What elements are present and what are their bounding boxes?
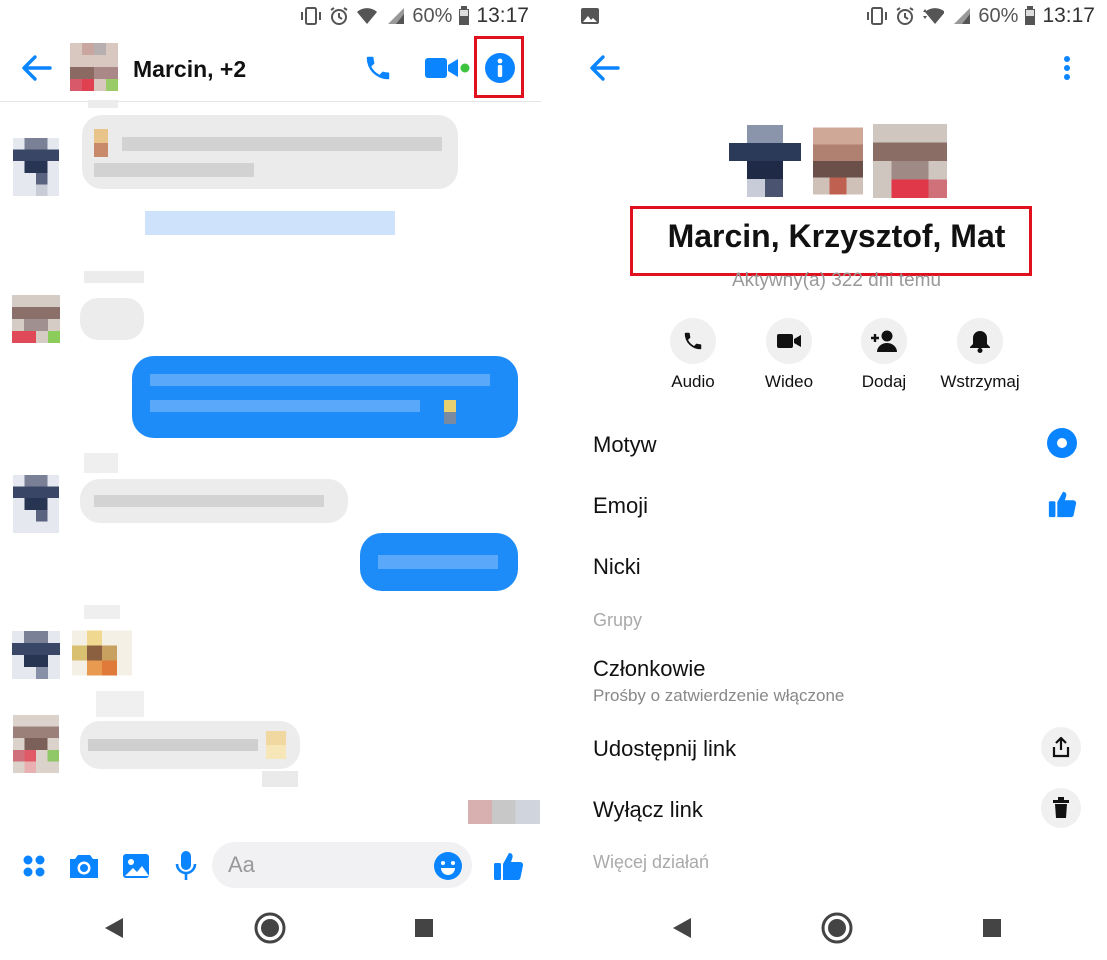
battery-percent: 60% — [978, 4, 1019, 27]
blurred-message-bubble — [80, 721, 300, 769]
theme-color-icon[interactable] — [1045, 426, 1079, 460]
alarm-icon — [330, 7, 348, 25]
battery-icon — [1025, 6, 1036, 25]
blurred-message-bubble — [80, 298, 144, 340]
members-setting[interactable]: Członkowie — [593, 656, 706, 682]
vibrate-icon — [301, 7, 322, 25]
emoji-smiley-icon[interactable] — [432, 850, 464, 882]
conversation-title[interactable]: Marcin, +2 — [133, 56, 246, 83]
more-options-icon[interactable] — [18, 850, 50, 882]
bell-icon — [957, 318, 1003, 364]
avatar — [12, 475, 60, 533]
disable-link-setting[interactable]: Wyłącz link — [593, 797, 703, 823]
status-bar: 60% 13:17 — [566, 0, 1107, 32]
avatar — [12, 715, 60, 773]
avatar — [12, 630, 60, 680]
conversation-info-screen: 60% 13:17 Marcin, Krzysztof, Mat Aktywny… — [566, 0, 1107, 960]
avatar — [12, 295, 60, 343]
action-label: Wstrzymaj — [940, 372, 1020, 391]
add-person-icon — [861, 318, 907, 364]
nav-recents-icon[interactable] — [972, 908, 1012, 948]
emoji-setting[interactable]: Emoji — [593, 493, 648, 519]
wifi-icon — [357, 8, 378, 24]
nav-recents-icon[interactable] — [404, 908, 444, 948]
clock: 13:17 — [1042, 4, 1095, 27]
nicknames-setting[interactable]: Nicki — [593, 554, 641, 580]
blurred-text — [84, 605, 120, 619]
gallery-icon[interactable] — [118, 848, 154, 884]
back-arrow-icon[interactable] — [16, 50, 56, 86]
message-list[interactable] — [0, 100, 541, 833]
audio-call-action[interactable]: Audio — [638, 318, 748, 392]
active-status: Aktywny(a) 322 dni temu — [731, 270, 942, 291]
android-navigation-bar — [566, 896, 1107, 960]
share-icon[interactable] — [1041, 727, 1081, 767]
trash-icon[interactable] — [1041, 788, 1081, 828]
like-thumb-icon[interactable] — [1045, 486, 1079, 522]
blurred-text — [96, 691, 144, 717]
signal-icon — [388, 8, 405, 24]
group-avatar[interactable] — [70, 43, 118, 91]
blurred-message-bubble — [360, 533, 518, 591]
group-name[interactable]: Marcin, Krzysztof, Mat — [566, 218, 1107, 255]
more-actions-section-header: Więcej działań — [593, 852, 710, 872]
avatar — [729, 125, 801, 197]
overflow-menu-icon[interactable] — [1052, 50, 1082, 86]
blurred-text — [145, 211, 395, 235]
conversation-screen: 60% 13:17 Marcin, +2 Aa — [0, 0, 541, 960]
signal-icon — [954, 8, 971, 24]
blurred-text — [88, 100, 118, 108]
conversation-header: Marcin, +2 — [0, 32, 541, 102]
message-composer: Aa — [0, 842, 541, 890]
avatar — [873, 124, 947, 198]
action-label: Audio — [671, 372, 715, 391]
blurred-message-bubble — [80, 479, 348, 523]
wifi-data-icon — [923, 8, 945, 24]
video-call-action[interactable]: Wideo — [734, 318, 844, 392]
gallery-notification-icon — [581, 8, 599, 24]
status-bar: 60% 13:17 — [0, 0, 541, 32]
phone-icon[interactable] — [360, 50, 396, 86]
video-camera-icon — [766, 318, 812, 364]
group-avatars — [729, 124, 949, 198]
like-thumb-icon[interactable] — [488, 846, 528, 886]
groups-section-header: Grupy — [593, 610, 643, 630]
blurred-emoji — [72, 629, 132, 677]
message-input-placeholder: Aa — [228, 852, 255, 877]
camera-icon[interactable] — [66, 848, 102, 884]
clock: 13:17 — [476, 4, 529, 27]
info-icon[interactable] — [480, 48, 520, 88]
microphone-icon[interactable] — [168, 848, 204, 884]
battery-icon — [459, 6, 470, 25]
avatar — [813, 127, 863, 195]
vibrate-icon — [867, 7, 888, 25]
battery-percent: 60% — [412, 4, 453, 27]
action-label: Dodaj — [861, 372, 907, 391]
nav-back-icon[interactable] — [662, 908, 702, 948]
blurred-message-bubble — [132, 356, 518, 438]
read-receipts — [468, 800, 540, 824]
blurred-text — [262, 771, 298, 787]
back-arrow-icon[interactable] — [584, 50, 624, 86]
nav-home-icon[interactable] — [250, 908, 290, 948]
blurred-message-bubble — [82, 115, 458, 189]
avatar — [12, 138, 60, 196]
action-label: Wideo — [764, 372, 814, 391]
phone-icon — [670, 318, 716, 364]
mute-action[interactable]: Wstrzymaj — [925, 318, 1035, 392]
theme-setting[interactable]: Motyw — [593, 432, 657, 458]
video-camera-icon[interactable] — [420, 50, 472, 86]
nav-back-icon[interactable] — [94, 908, 134, 948]
add-person-action[interactable]: Dodaj — [829, 318, 939, 392]
share-link-setting[interactable]: Udostępnij link — [593, 736, 736, 762]
members-subtitle: Prośby o zatwierdzenie włączone — [593, 686, 845, 705]
blurred-text — [84, 453, 118, 473]
android-navigation-bar — [0, 896, 541, 960]
nav-home-icon[interactable] — [817, 908, 857, 948]
alarm-icon — [896, 7, 914, 25]
blurred-text — [84, 271, 144, 283]
